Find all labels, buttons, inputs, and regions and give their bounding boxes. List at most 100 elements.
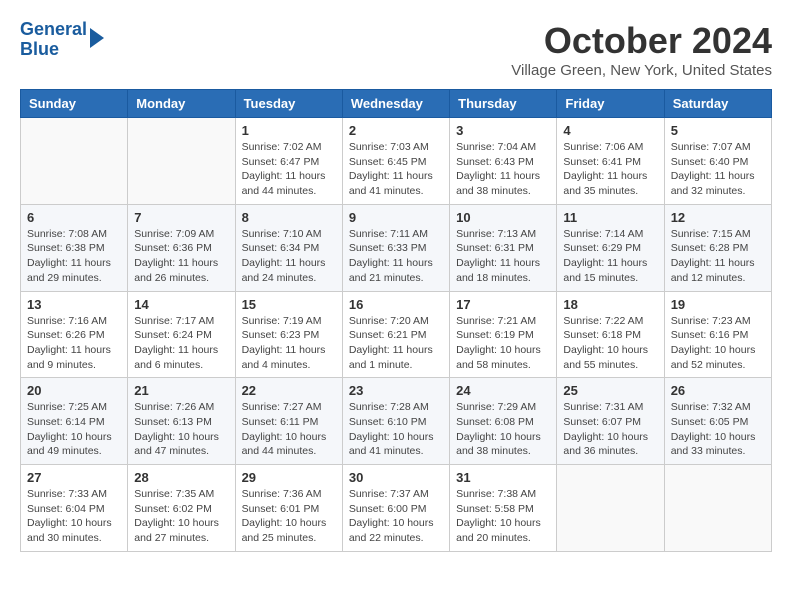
- weekday-header: Friday: [557, 90, 664, 118]
- day-number: 14: [134, 297, 228, 312]
- day-info: Sunrise: 7:11 AM Sunset: 6:33 PM Dayligh…: [349, 227, 443, 286]
- calendar-day-cell: 15 Sunrise: 7:19 AM Sunset: 6:23 PM Dayli…: [235, 291, 342, 378]
- logo-line2: Blue: [20, 39, 59, 59]
- calendar-day-cell: 10 Sunrise: 7:13 AM Sunset: 6:31 PM Dayli…: [450, 204, 557, 291]
- day-info: Sunrise: 7:02 AM Sunset: 6:47 PM Dayligh…: [242, 140, 336, 199]
- calendar-day-cell: 26Sunrise: 7:32 AM Sunset: 6:05 PM Dayli…: [664, 378, 771, 465]
- logo-text: General Blue: [20, 20, 87, 60]
- calendar-day-cell: 25Sunrise: 7:31 AM Sunset: 6:07 PM Dayli…: [557, 378, 664, 465]
- day-info: Sunrise: 7:32 AM Sunset: 6:05 PM Dayligh…: [671, 400, 765, 459]
- logo-line1: General: [20, 19, 87, 39]
- day-number: 13: [27, 297, 121, 312]
- calendar-day-cell: 21 Sunrise: 7:26 AM Sunset: 6:13 PM Dayli…: [128, 378, 235, 465]
- day-info: Sunrise: 7:15 AM Sunset: 6:28 PM Dayligh…: [671, 227, 765, 286]
- day-number: 6: [27, 210, 121, 225]
- calendar-day-cell: 5 Sunrise: 7:07 AM Sunset: 6:40 PM Daylig…: [664, 118, 771, 205]
- day-number: 11: [563, 210, 657, 225]
- month-title: October 2024: [511, 20, 772, 62]
- weekday-header: Saturday: [664, 90, 771, 118]
- day-info: Sunrise: 7:23 AM Sunset: 6:16 PM Dayligh…: [671, 314, 765, 373]
- page-header: General Blue October 2024 Village Green,…: [20, 20, 772, 79]
- calendar-day-cell: 9 Sunrise: 7:11 AM Sunset: 6:33 PM Daylig…: [342, 204, 449, 291]
- calendar-day-cell: 6 Sunrise: 7:08 AM Sunset: 6:38 PM Daylig…: [21, 204, 128, 291]
- calendar-table: SundayMondayTuesdayWednesdayThursdayFrid…: [20, 89, 772, 552]
- calendar-day-cell: 13Sunrise: 7:16 AM Sunset: 6:26 PM Dayli…: [21, 291, 128, 378]
- calendar-day-cell: 20 Sunrise: 7:25 AM Sunset: 6:14 PM Dayli…: [21, 378, 128, 465]
- calendar-day-cell: 28Sunrise: 7:35 AM Sunset: 6:02 PM Dayli…: [128, 465, 235, 552]
- day-info: Sunrise: 7:09 AM Sunset: 6:36 PM Dayligh…: [134, 227, 228, 286]
- day-info: Sunrise: 7:06 AM Sunset: 6:41 PM Dayligh…: [563, 140, 657, 199]
- calendar-day-cell: 18 Sunrise: 7:22 AM Sunset: 6:18 PM Dayli…: [557, 291, 664, 378]
- day-number: 18: [563, 297, 657, 312]
- day-info: Sunrise: 7:33 AM Sunset: 6:04 PM Dayligh…: [27, 487, 121, 546]
- day-number: 16: [349, 297, 443, 312]
- day-number: 8: [242, 210, 336, 225]
- calendar-day-cell: 14 Sunrise: 7:17 AM Sunset: 6:24 PM Dayli…: [128, 291, 235, 378]
- weekday-header: Thursday: [450, 90, 557, 118]
- calendar-week-row: 20 Sunrise: 7:25 AM Sunset: 6:14 PM Dayli…: [21, 378, 772, 465]
- day-number: 30: [349, 470, 443, 485]
- calendar-day-cell: 22Sunrise: 7:27 AM Sunset: 6:11 PM Dayli…: [235, 378, 342, 465]
- calendar-day-cell: 8 Sunrise: 7:10 AM Sunset: 6:34 PM Daylig…: [235, 204, 342, 291]
- day-number: 28: [134, 470, 228, 485]
- day-info: Sunrise: 7:21 AM Sunset: 6:19 PM Dayligh…: [456, 314, 550, 373]
- day-info: Sunrise: 7:26 AM Sunset: 6:13 PM Dayligh…: [134, 400, 228, 459]
- day-number: 4: [563, 123, 657, 138]
- day-info: Sunrise: 7:08 AM Sunset: 6:38 PM Dayligh…: [27, 227, 121, 286]
- location-subtitle: Village Green, New York, United States: [511, 62, 772, 79]
- calendar-week-row: 6 Sunrise: 7:08 AM Sunset: 6:38 PM Daylig…: [21, 204, 772, 291]
- day-number: 23: [349, 383, 443, 398]
- calendar-day-cell: 19 Sunrise: 7:23 AM Sunset: 6:16 PM Dayli…: [664, 291, 771, 378]
- weekday-header: Wednesday: [342, 90, 449, 118]
- day-number: 27: [27, 470, 121, 485]
- day-number: 10: [456, 210, 550, 225]
- day-info: Sunrise: 7:22 AM Sunset: 6:18 PM Dayligh…: [563, 314, 657, 373]
- calendar-week-row: 27 Sunrise: 7:33 AM Sunset: 6:04 PM Dayli…: [21, 465, 772, 552]
- calendar-day-cell: [557, 465, 664, 552]
- calendar-day-cell: 2 Sunrise: 7:03 AM Sunset: 6:45 PM Daylig…: [342, 118, 449, 205]
- logo-arrow-icon: [90, 28, 104, 48]
- day-number: 20: [27, 383, 121, 398]
- day-number: 5: [671, 123, 765, 138]
- calendar-week-row: 13Sunrise: 7:16 AM Sunset: 6:26 PM Dayli…: [21, 291, 772, 378]
- day-number: 29: [242, 470, 336, 485]
- day-info: Sunrise: 7:04 AM Sunset: 6:43 PM Dayligh…: [456, 140, 550, 199]
- calendar-week-row: 1 Sunrise: 7:02 AM Sunset: 6:47 PM Daylig…: [21, 118, 772, 205]
- day-info: Sunrise: 7:29 AM Sunset: 6:08 PM Dayligh…: [456, 400, 550, 459]
- calendar-day-cell: 27 Sunrise: 7:33 AM Sunset: 6:04 PM Dayli…: [21, 465, 128, 552]
- calendar-day-cell: 7Sunrise: 7:09 AM Sunset: 6:36 PM Daylig…: [128, 204, 235, 291]
- calendar-day-cell: 31Sunrise: 7:38 AM Sunset: 5:58 PM Dayli…: [450, 465, 557, 552]
- day-info: Sunrise: 7:20 AM Sunset: 6:21 PM Dayligh…: [349, 314, 443, 373]
- calendar-day-cell: 11 Sunrise: 7:14 AM Sunset: 6:29 PM Dayli…: [557, 204, 664, 291]
- day-info: Sunrise: 7:14 AM Sunset: 6:29 PM Dayligh…: [563, 227, 657, 286]
- calendar-header-row: SundayMondayTuesdayWednesdayThursdayFrid…: [21, 90, 772, 118]
- day-number: 17: [456, 297, 550, 312]
- weekday-header: Tuesday: [235, 90, 342, 118]
- calendar-day-cell: 17 Sunrise: 7:21 AM Sunset: 6:19 PM Dayli…: [450, 291, 557, 378]
- day-info: Sunrise: 7:28 AM Sunset: 6:10 PM Dayligh…: [349, 400, 443, 459]
- logo: General Blue: [20, 20, 104, 60]
- calendar-day-cell: 24 Sunrise: 7:29 AM Sunset: 6:08 PM Dayli…: [450, 378, 557, 465]
- day-info: Sunrise: 7:07 AM Sunset: 6:40 PM Dayligh…: [671, 140, 765, 199]
- day-info: Sunrise: 7:13 AM Sunset: 6:31 PM Dayligh…: [456, 227, 550, 286]
- day-number: 21: [134, 383, 228, 398]
- day-info: Sunrise: 7:17 AM Sunset: 6:24 PM Dayligh…: [134, 314, 228, 373]
- day-number: 1: [242, 123, 336, 138]
- day-info: Sunrise: 7:36 AM Sunset: 6:01 PM Dayligh…: [242, 487, 336, 546]
- day-number: 15: [242, 297, 336, 312]
- day-info: Sunrise: 7:25 AM Sunset: 6:14 PM Dayligh…: [27, 400, 121, 459]
- calendar-day-cell: 16 Sunrise: 7:20 AM Sunset: 6:21 PM Dayli…: [342, 291, 449, 378]
- day-number: 9: [349, 210, 443, 225]
- day-number: 2: [349, 123, 443, 138]
- day-info: Sunrise: 7:10 AM Sunset: 6:34 PM Dayligh…: [242, 227, 336, 286]
- calendar-day-cell: 1 Sunrise: 7:02 AM Sunset: 6:47 PM Daylig…: [235, 118, 342, 205]
- calendar-day-cell: 30Sunrise: 7:37 AM Sunset: 6:00 PM Dayli…: [342, 465, 449, 552]
- calendar-day-cell: 12Sunrise: 7:15 AM Sunset: 6:28 PM Dayli…: [664, 204, 771, 291]
- day-info: Sunrise: 7:31 AM Sunset: 6:07 PM Dayligh…: [563, 400, 657, 459]
- calendar-day-cell: [21, 118, 128, 205]
- day-number: 24: [456, 383, 550, 398]
- day-number: 19: [671, 297, 765, 312]
- day-info: Sunrise: 7:19 AM Sunset: 6:23 PM Dayligh…: [242, 314, 336, 373]
- day-info: Sunrise: 7:03 AM Sunset: 6:45 PM Dayligh…: [349, 140, 443, 199]
- weekday-header: Sunday: [21, 90, 128, 118]
